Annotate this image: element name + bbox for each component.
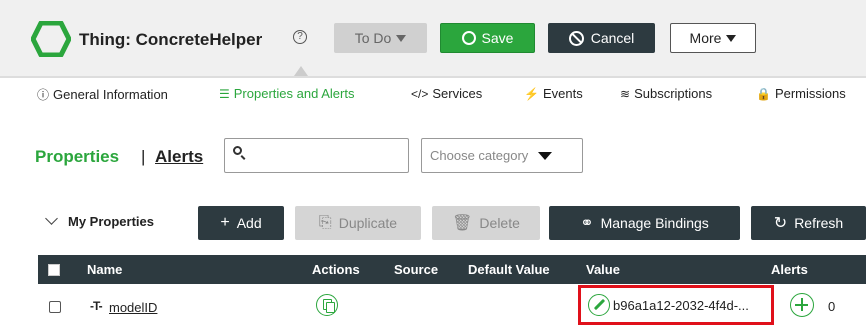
tab-label: Permissions: [774, 86, 846, 101]
tab-general-information[interactable]: ⓘ General Information: [37, 86, 168, 103]
thing-header: Thing: ConcreteHelper ? To Do Save Cance…: [0, 0, 866, 78]
refresh-label: Refresh: [794, 215, 844, 231]
cancel-label: Cancel: [590, 30, 635, 46]
copy-icon: ⎘: [318, 214, 332, 231]
property-name-link[interactable]: modelID: [109, 300, 157, 315]
tab-properties-and-alerts[interactable]: ☰ Properties and Alerts: [219, 86, 354, 101]
refresh-button[interactable]: ↻ Refresh: [751, 206, 866, 240]
code-icon: </>: [411, 86, 429, 101]
table-row[interactable]: -T- modelID b96a1a12-2032-4f4d-... 0: [38, 284, 866, 330]
duplicate-label: Duplicate: [338, 215, 398, 231]
link-icon: ⚭: [580, 215, 594, 232]
section-label: My Properties: [68, 214, 154, 229]
state-label: To Do: [354, 30, 392, 46]
tab-label: Services: [432, 86, 483, 101]
filter-separator: |: [141, 147, 146, 166]
search-box[interactable]: [224, 138, 409, 173]
column-header-name[interactable]: Name: [87, 262, 122, 277]
cancel-button[interactable]: Cancel: [548, 23, 655, 53]
copy-value-icon[interactable]: [316, 294, 338, 316]
tab-label: General Information: [53, 87, 168, 102]
info-icon: ⓘ: [37, 88, 50, 102]
tab-events[interactable]: ⚡ Events: [524, 86, 583, 101]
duplicate-button[interactable]: ⎘ Duplicate: [295, 206, 421, 240]
select-all-checkbox[interactable]: [48, 264, 60, 276]
property-value: b96a1a12-2032-4f4d-...: [613, 298, 749, 313]
lock-icon: 🔒: [756, 86, 771, 101]
add-button[interactable]: + Add: [198, 206, 284, 240]
list-icon: ☰: [219, 86, 230, 101]
tab-label: Events: [542, 86, 583, 101]
caret-down-icon: [396, 34, 407, 42]
ban-icon: [568, 30, 584, 46]
column-header-source[interactable]: Source: [394, 262, 438, 277]
lightning-icon: ⚡: [524, 86, 539, 101]
tab-permissions[interactable]: 🔒 Permissions: [756, 86, 846, 101]
add-alert-icon[interactable]: [790, 293, 814, 317]
category-placeholder: Choose category: [430, 148, 529, 163]
plus-icon: +: [220, 214, 230, 231]
table-header: Name Actions Source Default Value Value …: [38, 255, 866, 284]
tab-label: Properties and Alerts: [233, 86, 355, 101]
trash-icon: 🗑: [452, 215, 473, 232]
category-select[interactable]: Choose category: [421, 138, 583, 173]
search-icon: [233, 146, 242, 155]
delete-label: Delete: [479, 215, 520, 231]
more-label: More: [689, 30, 722, 46]
column-header-actions: Actions: [312, 262, 360, 277]
search-input[interactable]: [249, 143, 399, 167]
caret-down-icon: [726, 34, 737, 42]
tab-bar: ⓘ General Information ☰ Properties and A…: [0, 76, 866, 112]
column-header-default-value[interactable]: Default Value: [468, 262, 550, 277]
column-header-alerts[interactable]: Alerts: [771, 262, 808, 277]
manage-bindings-button[interactable]: ⚭ Manage Bindings: [549, 206, 740, 240]
tab-services[interactable]: </> Services: [411, 86, 482, 101]
delete-button[interactable]: 🗑 Delete: [432, 206, 540, 240]
manage-bindings-label: Manage Bindings: [600, 215, 709, 231]
alerts-link[interactable]: Alerts: [155, 147, 203, 167]
edit-pencil-icon[interactable]: [588, 294, 610, 316]
tab-label: Subscriptions: [634, 86, 713, 101]
thing-logo-icon: [31, 21, 71, 57]
string-type-icon: -T-: [90, 299, 103, 313]
help-circle-icon[interactable]: ?: [293, 30, 307, 44]
properties-link[interactable]: Properties: [35, 147, 119, 167]
refresh-icon: ↻: [773, 215, 788, 232]
add-label: Add: [236, 215, 262, 231]
thing-title: Thing: ConcreteHelper: [79, 30, 263, 49]
more-dropdown[interactable]: More: [670, 23, 756, 53]
tab-pointer: [294, 66, 308, 76]
alert-count: 0: [828, 299, 836, 314]
caret-down-icon: [538, 151, 553, 160]
row-checkbox[interactable]: [49, 301, 61, 313]
save-label: Save: [481, 30, 514, 46]
chevron-down-icon[interactable]: [45, 212, 58, 225]
save-button[interactable]: Save: [440, 23, 535, 53]
circle-icon: [461, 31, 476, 45]
rss-icon: ≋: [620, 86, 631, 101]
column-header-value[interactable]: Value: [586, 262, 620, 277]
state-dropdown[interactable]: To Do: [334, 23, 427, 53]
tab-subscriptions[interactable]: ≋ Subscriptions: [620, 86, 712, 101]
